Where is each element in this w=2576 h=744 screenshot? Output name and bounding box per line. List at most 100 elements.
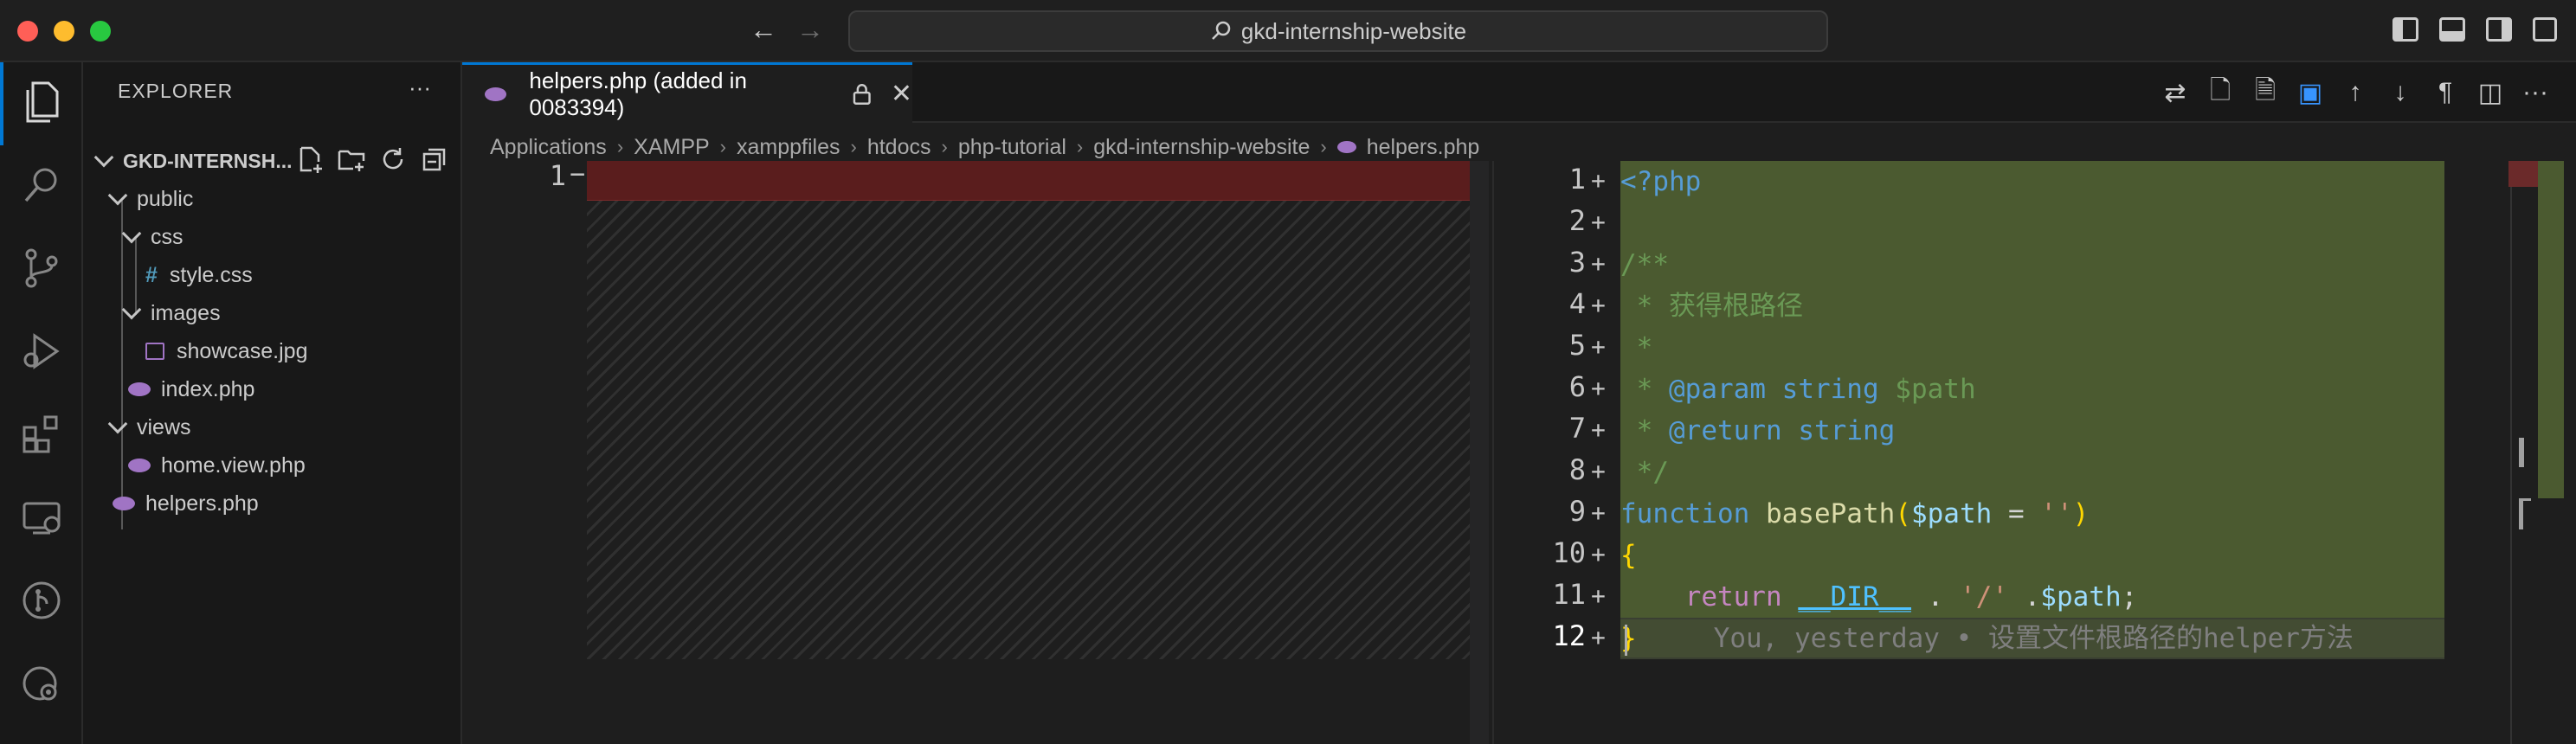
css-file-icon: #: [145, 262, 158, 287]
scroll-thumb[interactable]: [2519, 438, 2524, 467]
tab-bar: helpers.php (added in 0083394) ✕ ⇄ 🗋 🗎 ▣…: [462, 62, 2576, 123]
tree-item-label: public: [137, 186, 194, 211]
more-actions-icon[interactable]: ···: [2521, 78, 2550, 107]
chevron-right-icon: ›: [719, 136, 726, 157]
customize-layout-icon[interactable]: [2533, 17, 2557, 42]
git-blame-annotation[interactable]: You, yesterday • 设置文件根路径的helper方法: [1714, 623, 2354, 654]
code-line[interactable]: */: [1620, 452, 1669, 493]
tree-item[interactable]: helpers.php: [83, 484, 462, 523]
run-and-debug-icon[interactable]: [16, 325, 68, 377]
more-actions-icon[interactable]: ···: [409, 74, 431, 101]
extensions-icon[interactable]: [16, 408, 68, 460]
php-file-icon: [1336, 141, 1356, 153]
code-token: string: [1798, 415, 1896, 446]
code-token: <?php: [1620, 166, 1702, 197]
next-change-icon[interactable]: ↓: [2386, 78, 2415, 107]
code-line[interactable]: {: [1620, 535, 1637, 576]
back-arrow-icon[interactable]: ←: [750, 14, 777, 46]
close-window-button[interactable]: [17, 21, 38, 42]
breadcrumb-item[interactable]: XAMPP: [634, 135, 710, 160]
remote-explorer-icon[interactable]: [16, 491, 68, 543]
tree-item[interactable]: home.view.php: [83, 446, 462, 484]
tree-item[interactable]: index.php: [83, 370, 462, 408]
left-scrollbar[interactable]: [1470, 161, 1489, 744]
added-line-marker: +: [1591, 415, 1606, 444]
explorer-icon[interactable]: [16, 76, 68, 128]
line-number: 6: [1568, 370, 1586, 403]
code-line[interactable]: return __DIR__ . '/' .$path;: [1620, 576, 2138, 618]
code-line[interactable]: * 获得根路径: [1620, 285, 1803, 327]
code-line[interactable]: * @param string $path: [1620, 369, 1976, 410]
tree-item[interactable]: # style.css: [83, 256, 462, 294]
chevron-down-icon: [107, 185, 128, 206]
code-token: */: [1620, 457, 1669, 488]
breadcrumb-item[interactable]: php-tutorial: [958, 135, 1066, 160]
breadcrumb-item[interactable]: helpers.php: [1367, 135, 1480, 160]
show-whitespace-icon[interactable]: ¶: [2431, 78, 2460, 107]
minimap-slider[interactable]: [2538, 161, 2564, 498]
close-tab-icon[interactable]: ✕: [891, 79, 912, 109]
editor-area: helpers.php (added in 0083394) ✕ ⇄ 🗋 🗎 ▣…: [462, 62, 2576, 744]
tree-item[interactable]: images: [83, 294, 462, 332]
source-control-icon[interactable]: [16, 242, 68, 294]
chevron-down-icon: [107, 414, 128, 434]
new-file-icon[interactable]: [296, 145, 324, 173]
code-token: function: [1620, 498, 1750, 529]
lock-icon: [853, 83, 872, 105]
code-line[interactable]: *: [1620, 327, 1653, 369]
previous-change-icon[interactable]: ↑: [2341, 78, 2370, 107]
text-cursor: [1624, 624, 1627, 656]
breadcrumb-item[interactable]: Applications: [490, 135, 607, 160]
breadcrumb-item[interactable]: htdocs: [867, 135, 931, 160]
diff-filler-hatching: [587, 201, 1475, 659]
chevron-right-icon: ›: [941, 136, 948, 157]
line-number: 10: [1552, 536, 1586, 569]
refresh-icon[interactable]: [379, 145, 407, 173]
command-center-search[interactable]: gkd-internship-website: [848, 10, 1828, 52]
line-number: 9: [1568, 495, 1586, 528]
forward-arrow-icon[interactable]: →: [796, 14, 824, 46]
tab-helpers-php[interactable]: helpers.php (added in 0083394) ✕: [462, 62, 912, 123]
php-file-icon: [128, 459, 151, 472]
collapse-all-icon[interactable]: [421, 145, 448, 173]
open-file-at-revision-icon[interactable]: 🗎: [2251, 76, 2280, 107]
minimize-window-button[interactable]: [54, 21, 74, 42]
code-token: '/': [1959, 581, 2008, 613]
tree-item-label: views: [137, 414, 191, 439]
split-editor-icon[interactable]: ◫: [2476, 78, 2505, 107]
toggle-secondary-sidebar-icon[interactable]: [2486, 17, 2512, 42]
removed-line-highlight: [587, 161, 1475, 201]
code-line[interactable]: function basePath($path = ''): [1620, 493, 2089, 535]
code-line[interactable]: /**: [1620, 244, 1669, 285]
open-file-icon[interactable]: 🗋: [2206, 76, 2235, 107]
maximize-window-button[interactable]: [90, 21, 111, 42]
code-line[interactable]: <?php: [1620, 161, 1701, 202]
search-view-icon[interactable]: [16, 159, 68, 211]
tree-item[interactable]: views: [83, 408, 462, 446]
toggle-panel-icon[interactable]: [2439, 17, 2465, 42]
new-folder-icon[interactable]: [338, 145, 365, 173]
breadcrumb-item[interactable]: xamppfiles: [737, 135, 840, 160]
tree-item[interactable]: public: [83, 180, 462, 218]
line-number: 4: [1568, 287, 1586, 320]
tree-item[interactable]: showcase.jpg: [83, 332, 462, 370]
open-changes-icon[interactable]: ⇄: [2161, 78, 2190, 107]
toggle-primary-sidebar-icon[interactable]: [2392, 17, 2418, 42]
added-line-marker: +: [1591, 540, 1606, 568]
chevron-right-icon: ›: [1320, 136, 1327, 157]
code-line[interactable]: * @return string: [1620, 410, 1896, 452]
toggle-file-blame-icon[interactable]: ▣: [2296, 78, 2325, 107]
code-token: =: [1992, 498, 2041, 529]
code-token: $path: [1878, 374, 1976, 405]
explorer-sidebar: EXPLORER ··· GKD-INTERNSH... public css # s…: [83, 62, 462, 744]
code-line[interactable]: } You, yesterday • 设置文件根路径的helper方法: [1620, 618, 2354, 659]
tree-item[interactable]: css: [83, 218, 462, 256]
added-line-marker: +: [1591, 291, 1606, 319]
chevron-right-icon: ›: [616, 136, 624, 157]
timeline-icon[interactable]: [16, 657, 68, 709]
git-graph-icon[interactable]: [16, 574, 68, 626]
breadcrumb-item[interactable]: gkd-internship-website: [1093, 135, 1310, 160]
